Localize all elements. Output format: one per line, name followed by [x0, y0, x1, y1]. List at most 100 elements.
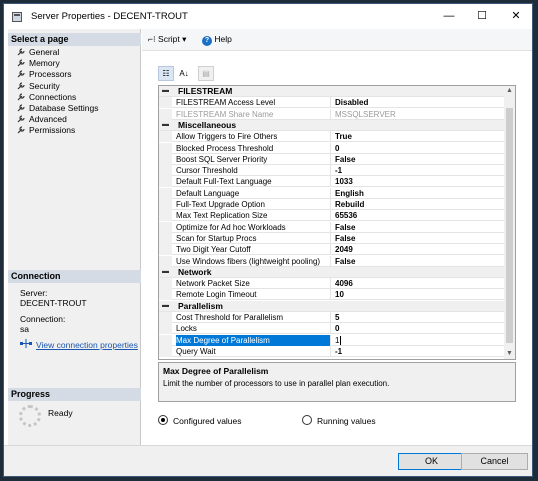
page-item-label: Connections [29, 91, 77, 102]
page-item-label: General [29, 47, 60, 57]
category-name: Network [178, 266, 212, 277]
window-title: Server Properties - DECENT-TROUT [31, 11, 188, 22]
property-name: Full-Text Upgrade Option [176, 199, 331, 210]
row-gutter [159, 312, 172, 323]
close-button[interactable]: ✕ [504, 8, 528, 24]
row-gutter [159, 153, 172, 165]
page-item-label: Advanced [29, 114, 67, 125]
property-row[interactable]: Cursor Threshold -1 [159, 165, 504, 177]
page-item-label: Processors [29, 69, 72, 80]
title-bar: Server Properties - DECENT-TROUT — ☐ ✕ [4, 4, 532, 29]
property-grid-toolbar: ☷ A↓ ▤ [158, 66, 214, 82]
property-name: Remote Login Timeout [176, 289, 331, 301]
connection-label: Connection: [20, 314, 66, 324]
property-row[interactable]: Default Language English [159, 187, 504, 199]
property-name: Default Language [176, 187, 331, 199]
view-connection-properties-link[interactable]: View connection properties [36, 340, 138, 350]
property-row[interactable]: Full-Text Upgrade Option Rebuild [159, 199, 504, 210]
property-row[interactable]: Blocked Process Threshold 0 [159, 142, 504, 154]
category-name: Parallelism [178, 300, 223, 311]
property-value-text: Disabled [335, 98, 369, 108]
property-row[interactable]: Cost Threshold for Parallelism 5 [159, 312, 504, 323]
property-row[interactable]: Allow Triggers to Fire Others True [159, 131, 504, 143]
server-label: Server: [20, 288, 48, 298]
running-values-radio[interactable] [302, 415, 312, 425]
scrollbar-thumb[interactable] [506, 108, 513, 343]
page-item-label: Memory [29, 58, 60, 69]
property-value-text: 1 [335, 335, 340, 345]
property-row[interactable]: Boost SQL Server Priority False [159, 153, 504, 165]
property-value: 65536 [335, 210, 357, 221]
property-row[interactable]: Default Full-Text Language 1033 [159, 176, 504, 188]
property-row[interactable]: Max Text Replication Size 65536 [159, 210, 504, 222]
configured-values-radio[interactable] [158, 415, 168, 425]
property-value-text: 1033 [335, 177, 353, 187]
maximize-button[interactable]: ☐ [470, 8, 494, 24]
property-name: Optimize for Ad hoc Workloads [176, 221, 331, 233]
collapse-icon[interactable]: ▬ [162, 87, 169, 95]
main-panel: ⌐⁝ Script ▾ ? Help ☷ A↓ ▤ ▬ FILESTREAM FIL… [142, 29, 532, 445]
property-value-text: False [335, 154, 356, 164]
toolbar: ⌐⁝ Script ▾ ? Help [142, 29, 532, 51]
property-row[interactable]: Remote Login Timeout 10 [159, 289, 504, 301]
property-name: Default Full-Text Language [176, 176, 331, 188]
property-row[interactable]: FILESTREAM Access Level Disabled [159, 97, 504, 109]
property-value: False [335, 154, 355, 165]
ok-button[interactable]: OK [398, 453, 465, 470]
property-value-text: MSSQLSERVER [335, 109, 396, 119]
page-item-label: Database Settings [29, 103, 99, 113]
property-value: False [335, 222, 355, 233]
category-network[interactable]: ▬ Network [159, 266, 504, 278]
property-value: -1 [335, 346, 342, 357]
script-button[interactable]: ⌐⁝ Script ▾ [148, 34, 186, 45]
property-value-text: 65536 [335, 211, 358, 221]
property-value-input[interactable]: 1 [335, 335, 342, 346]
collapse-icon[interactable]: ▬ [162, 121, 169, 129]
description-title: Max Degree of Parallelism [163, 366, 269, 376]
property-name: Blocked Process Threshold [176, 142, 331, 154]
help-button[interactable]: ? Help [202, 34, 232, 46]
wrench-icon [17, 93, 25, 101]
property-value: 0 [335, 323, 339, 334]
property-row[interactable]: FILESTREAM Share Name MSSQLSERVER [159, 108, 504, 120]
property-value-text: False [335, 256, 356, 266]
property-row[interactable]: Optimize for Ad hoc Workloads False [159, 221, 504, 233]
dialog-footer: OK Cancel [4, 445, 532, 476]
property-row[interactable]: Max Degree of Parallelism 1 [159, 334, 504, 346]
property-grid[interactable]: ▬ FILESTREAM FILESTREAM Access Level Disabl… [158, 85, 516, 360]
progress-status: Ready [48, 408, 73, 418]
collapse-icon[interactable]: ▬ [162, 302, 169, 310]
description-text: Limit the number of processors to use in… [163, 379, 390, 388]
property-value: 4096 [335, 278, 353, 289]
wrench-icon [17, 126, 25, 134]
row-gutter [159, 142, 172, 154]
scroll-up-icon[interactable]: ▲ [504, 86, 515, 96]
cancel-button[interactable]: Cancel [461, 453, 528, 470]
scroll-down-icon[interactable]: ▼ [504, 349, 515, 359]
property-row[interactable]: Scan for Startup Procs False [159, 232, 504, 244]
collapse-icon[interactable]: ▬ [162, 268, 169, 276]
property-pages-icon[interactable]: ▤ [198, 66, 214, 81]
wrench-icon [17, 81, 25, 90]
categorized-view-icon[interactable]: ☷ [158, 66, 174, 81]
property-value-text: False [335, 233, 356, 243]
property-row[interactable]: Query Wait -1 [159, 345, 504, 357]
grid-scrollbar[interactable]: ▲ ▼ [504, 86, 515, 359]
alphabetical-sort-icon[interactable]: A↓ [176, 66, 192, 81]
property-name: Max Text Replication Size [176, 210, 331, 222]
row-gutter [159, 345, 172, 357]
category-name: FILESTREAM [178, 86, 233, 96]
property-row[interactable]: Use Windows fibers (lightweight pooling)… [159, 255, 504, 267]
progress-header: Progress [8, 388, 141, 401]
property-name: Max Degree of Parallelism [176, 334, 331, 346]
property-row[interactable]: Two Digit Year Cutoff 2049 [159, 244, 504, 256]
minimize-button[interactable]: — [437, 8, 461, 24]
category-filestream[interactable]: ▬ FILESTREAM [159, 86, 504, 97]
script-icon: ⌐⁝ [148, 34, 159, 44]
property-row[interactable]: Network Packet Size 4096 [159, 278, 504, 290]
property-row[interactable]: Locks 0 [159, 323, 504, 335]
help-icon: ? [202, 36, 212, 46]
property-value: 5 [335, 312, 339, 323]
category-parallelism[interactable]: ▬ Parallelism [159, 300, 504, 312]
category-miscellaneous[interactable]: ▬ Miscellaneous [159, 119, 504, 131]
